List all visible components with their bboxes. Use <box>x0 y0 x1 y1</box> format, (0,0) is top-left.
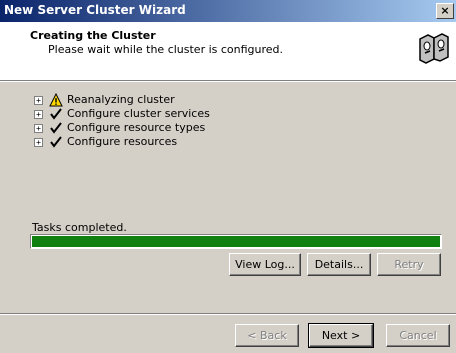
wizard-header: Creating the Cluster Please wait while t… <box>0 22 456 81</box>
back-button[interactable]: < Back <box>235 324 299 347</box>
tree-item-label: Configure resources <box>67 135 178 148</box>
back-label: < Back <box>247 329 287 342</box>
expand-plus-icon[interactable]: + <box>34 96 43 105</box>
checkmark-icon <box>50 122 62 134</box>
page-subtitle: Please wait while the cluster is configu… <box>48 43 284 56</box>
tree-item-label: Reanalyzing cluster <box>67 93 175 106</box>
view-log-button[interactable]: View Log... <box>229 253 301 276</box>
expand-plus-icon[interactable]: + <box>34 110 43 119</box>
next-button[interactable]: Next > <box>308 323 374 348</box>
next-label: Next > <box>321 329 361 342</box>
checkmark-icon <box>50 108 62 120</box>
window-title: New Server Cluster Wizard <box>4 3 186 17</box>
title-bar[interactable]: New Server Cluster Wizard × <box>0 0 456 22</box>
details-button[interactable]: Details... <box>307 253 371 276</box>
header-divider <box>0 81 456 82</box>
cancel-label: Cancel <box>399 329 437 342</box>
warning-icon <box>49 93 63 107</box>
details-label: Details... <box>314 258 364 271</box>
retry-label: Retry <box>394 258 424 271</box>
cluster-servers-icon <box>416 29 452 65</box>
progress-bar <box>30 234 442 249</box>
expand-plus-icon[interactable]: + <box>34 124 43 133</box>
footer-divider <box>0 313 456 315</box>
expand-plus-icon[interactable]: + <box>34 138 43 147</box>
tree-item-label: Configure cluster services <box>67 107 210 120</box>
progress-label: Tasks completed. <box>32 221 127 234</box>
checkmark-icon <box>50 136 62 148</box>
retry-button[interactable]: Retry <box>377 253 441 276</box>
close-button[interactable]: × <box>436 3 454 19</box>
wizard-window: New Server Cluster Wizard × Creating the… <box>0 0 456 353</box>
progress-bar-fill <box>32 236 440 247</box>
view-log-label: View Log... <box>235 258 295 271</box>
cancel-button[interactable]: Cancel <box>386 324 450 347</box>
page-title: Creating the Cluster <box>30 29 156 42</box>
tree-item-label: Configure resource types <box>67 121 206 134</box>
